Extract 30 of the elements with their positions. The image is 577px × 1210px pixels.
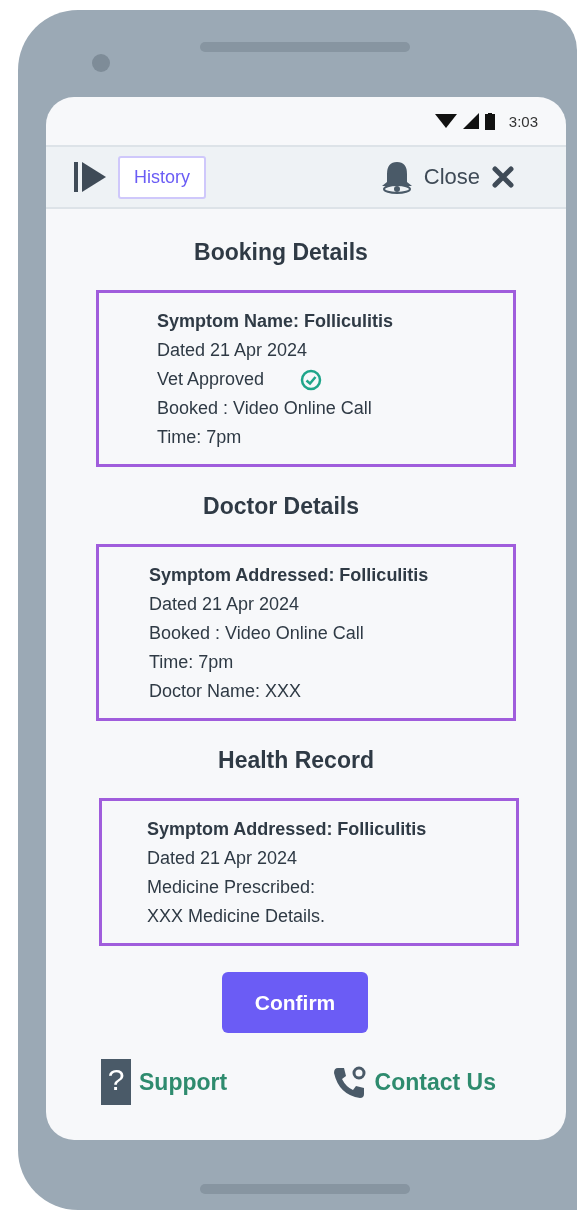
- confirm-button[interactable]: Confirm: [222, 972, 368, 1033]
- detail-text: XXX Medicine Details.: [147, 905, 326, 928]
- battery-icon: [484, 112, 495, 130]
- contact-link[interactable]: Contact Us: [330, 1064, 496, 1100]
- close-button[interactable]: Close: [423, 164, 514, 190]
- detail-text: Symptom Addressed: Folliculitis: [149, 564, 429, 587]
- detail-text: Booked : Video Online Call: [149, 622, 364, 645]
- wifi-icon: [434, 114, 457, 128]
- history-button[interactable]: History: [118, 155, 206, 199]
- support-link[interactable]: ? Support: [101, 1059, 228, 1105]
- detail-text: Dated 21 Apr 2024: [149, 593, 300, 616]
- detail-text: Vet Approved: [157, 368, 265, 391]
- help-icon: ?: [101, 1059, 131, 1105]
- detail-text: Booked : Video Online Call: [157, 397, 372, 420]
- section-title: Doctor Details: [203, 493, 360, 520]
- detail-text: Doctor Name: XXX: [149, 680, 302, 703]
- detail-text: Symptom Addressed: Folliculitis: [147, 818, 427, 841]
- detail-text: Symptom Name: Folliculitis: [157, 310, 394, 333]
- detail-text: Dated 21 Apr 2024: [157, 339, 308, 362]
- clock-time: 3:03: [508, 112, 538, 130]
- detail-text: Medicine Prescribed:: [147, 876, 316, 899]
- camera-dot: [92, 54, 110, 72]
- detail-text: Time: 7pm: [149, 651, 234, 674]
- section-title: Health Record: [218, 747, 375, 774]
- expand-sidebar-icon[interactable]: [74, 162, 106, 192]
- detail-text: Time: 7pm: [157, 426, 242, 449]
- close-icon: [492, 166, 514, 188]
- detail-text: Dated 21 Apr 2024: [147, 847, 298, 870]
- section-title: Booking Details: [194, 239, 369, 266]
- signal-icon: [462, 113, 479, 129]
